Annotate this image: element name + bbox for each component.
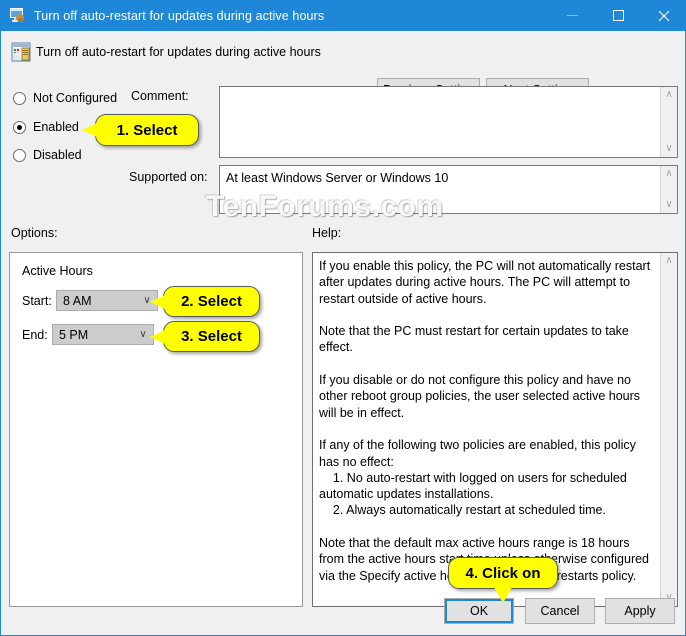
comment-textbox[interactable]: ∧ ∨ bbox=[219, 86, 678, 158]
comment-scrollbar[interactable]: ∧ ∨ bbox=[660, 87, 677, 157]
radio-indicator bbox=[13, 91, 26, 105]
callout-tail bbox=[494, 587, 512, 603]
radio-label: Not Configured bbox=[33, 91, 118, 105]
callout-text: 2. Select bbox=[181, 293, 242, 310]
start-time-dropdown[interactable]: 8 AM ∨ bbox=[56, 290, 158, 311]
apply-button[interactable]: Apply bbox=[605, 598, 675, 624]
computer-policy-icon bbox=[9, 7, 26, 24]
scroll-up-icon[interactable]: ∧ bbox=[665, 256, 672, 266]
callout-tail bbox=[150, 329, 165, 344]
help-scrollbar[interactable]: ∧ ∨ bbox=[660, 253, 677, 606]
radio-not-configured[interactable]: Not Configured bbox=[13, 91, 117, 105]
callout-tail bbox=[150, 294, 165, 309]
supported-on-label: Supported on: bbox=[129, 170, 208, 184]
radio-label: Disabled bbox=[33, 148, 82, 162]
callout-text: 3. Select bbox=[181, 328, 242, 345]
scroll-down-icon[interactable]: ∨ bbox=[665, 144, 672, 154]
active-hours-group-title: Active Hours bbox=[22, 264, 93, 278]
setting-header: Turn off auto-restart for updates during… bbox=[2, 31, 685, 102]
callout-step-2: 2. Select bbox=[150, 286, 260, 317]
scroll-up-icon[interactable]: ∧ bbox=[665, 169, 672, 179]
supported-on-textbox[interactable]: At least Windows Server or Windows 10 ∧ … bbox=[219, 165, 678, 214]
window-title: Turn off auto-restart for updates during… bbox=[34, 8, 325, 23]
close-button[interactable] bbox=[641, 0, 685, 31]
cancel-button[interactable]: Cancel bbox=[525, 598, 595, 624]
comment-value bbox=[220, 87, 660, 157]
policy-setting-dialog: Turn off auto-restart for updates during… bbox=[0, 0, 686, 636]
minimize-button[interactable] bbox=[549, 0, 595, 31]
callout-step-4: 4. Click on bbox=[448, 557, 558, 603]
callout-tail bbox=[82, 123, 97, 137]
callout-text: 4. Click on bbox=[465, 564, 541, 582]
callout-step-3: 3. Select bbox=[150, 321, 260, 352]
end-time-value: 5 PM bbox=[59, 327, 89, 342]
start-label: Start: bbox=[22, 294, 52, 308]
options-label: Options: bbox=[11, 226, 58, 240]
setting-title: Turn off auto-restart for updates during… bbox=[36, 45, 321, 59]
callout-step-1: 1. Select bbox=[82, 114, 199, 146]
help-text: If you enable this policy, the PC will n… bbox=[319, 259, 651, 583]
help-pane: If you enable this policy, the PC will n… bbox=[312, 252, 678, 607]
end-time-dropdown[interactable]: 5 PM ∨ bbox=[52, 324, 154, 345]
title-bar: Turn off auto-restart for updates during… bbox=[1, 0, 685, 31]
start-time-value: 8 AM bbox=[63, 293, 92, 308]
window-controls bbox=[549, 0, 685, 31]
help-label: Help: bbox=[312, 226, 342, 240]
radio-enabled[interactable]: Enabled bbox=[13, 120, 79, 134]
radio-indicator bbox=[13, 148, 26, 162]
supported-on-value: At least Windows Server or Windows 10 bbox=[226, 171, 449, 185]
supported-on-scrollbar[interactable]: ∧ ∨ bbox=[660, 166, 677, 213]
radio-indicator bbox=[13, 120, 26, 134]
end-label: End: bbox=[22, 328, 48, 342]
radio-disabled[interactable]: Disabled bbox=[13, 148, 82, 162]
radio-label: Enabled bbox=[33, 120, 79, 134]
comment-label: Comment: bbox=[131, 89, 189, 103]
group-policy-setting-icon bbox=[11, 42, 31, 62]
scroll-up-icon[interactable]: ∧ bbox=[665, 90, 672, 100]
maximize-button[interactable] bbox=[595, 0, 641, 31]
callout-text: 1. Select bbox=[116, 121, 178, 139]
scroll-down-icon[interactable]: ∨ bbox=[665, 200, 672, 210]
